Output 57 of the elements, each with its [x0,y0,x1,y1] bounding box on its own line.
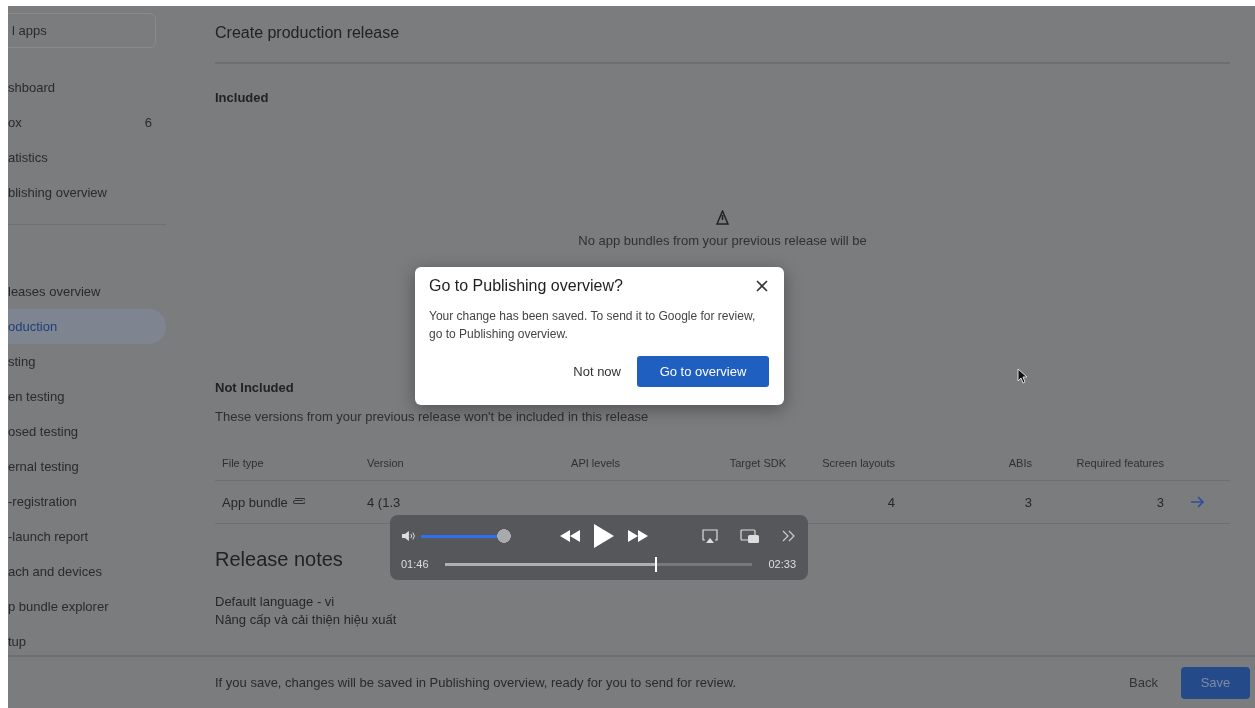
page-title: Create production release [215,6,1230,64]
elapsed-time: 01:46 [401,558,429,570]
dialog-title: Go to Publishing overview? [429,277,623,295]
go-to-overview-button[interactable]: Go to overview [637,356,769,387]
nav-item[interactable]: sting [8,344,166,379]
table-cell-text: 3 [1023,494,1032,510]
table-cell-text: 4 (1.3 [366,494,402,510]
release-notes-text: Nâng cấp và cải thiện hiệu xuất [215,611,398,629]
column-header: Screen layouts [821,457,895,469]
nav-item[interactable]: tup [8,624,166,655]
table-cell-text: 3 [1155,494,1164,510]
duration-time: 02:33 [768,558,796,570]
picture-in-picture-icon[interactable] [740,528,760,544]
nav-item[interactable]: p bundle explorer [8,589,166,624]
nav-item[interactable]: osed testing [8,414,166,449]
nav-item[interactable]: ernal testing [8,449,166,484]
section-heading: Included [215,90,270,105]
save-button[interactable]: Save [1181,666,1250,699]
mouse-cursor-icon [1017,368,1028,384]
dialog-message: Your change has been saved. To send it to Google for review, go to Publishing overview. [429,308,757,343]
column-header: ABIs [1007,457,1032,469]
back-button[interactable]: Back [1117,667,1170,698]
table-cell-text: 4 [886,494,895,510]
column-header: Target SDK [728,457,786,469]
volume-icon[interactable] [401,530,417,542]
language-label: Default language - vi [215,593,336,611]
column-header: Version [366,457,405,469]
double-chevron-icon[interactable] [782,530,796,542]
column-header: File type [221,457,265,469]
column-header: API levels [570,457,620,469]
nav-item[interactable]: ach and devices [8,554,166,589]
nav-item[interactable]: ox 6 [8,105,166,140]
screen-cast-icon[interactable] [702,528,718,544]
nav-item[interactable]: blishing overview [8,175,166,210]
paperclip-icon [291,498,305,506]
section-description: These versions from your previous release won't be included in this release [215,409,650,424]
not-now-button[interactable]: Not now [573,358,621,385]
close-icon[interactable] [755,279,769,293]
count-label: 6 [144,115,152,130]
nav-item[interactable]: leases overview [8,274,166,309]
warning-icon [716,210,729,225]
nav-item[interactable]: shboard [8,70,166,105]
nav-item[interactable]: oduction [8,309,166,344]
nav-item[interactable]: atistics [8,140,166,175]
table-cell: App bundle [222,494,288,510]
search-field[interactable]: l apps [8,13,156,48]
section-heading: Release notes [215,548,343,571]
footer-message: If you save, changes will be saved in Publishing overview, ready for you to send for review. [215,675,737,690]
column-header: Required features [1075,457,1164,469]
nav-item[interactable]: -launch report [8,519,166,554]
play-icon[interactable] [593,523,615,549]
nav-item[interactable]: -registration [8,484,166,519]
fast-forward-icon[interactable] [627,529,649,543]
rewind-icon[interactable] [559,529,581,543]
nav-item[interactable]: en testing [8,379,166,414]
empty-message: No app bundles from your previous release will be [578,233,867,248]
section-heading: Not Included [215,380,295,395]
